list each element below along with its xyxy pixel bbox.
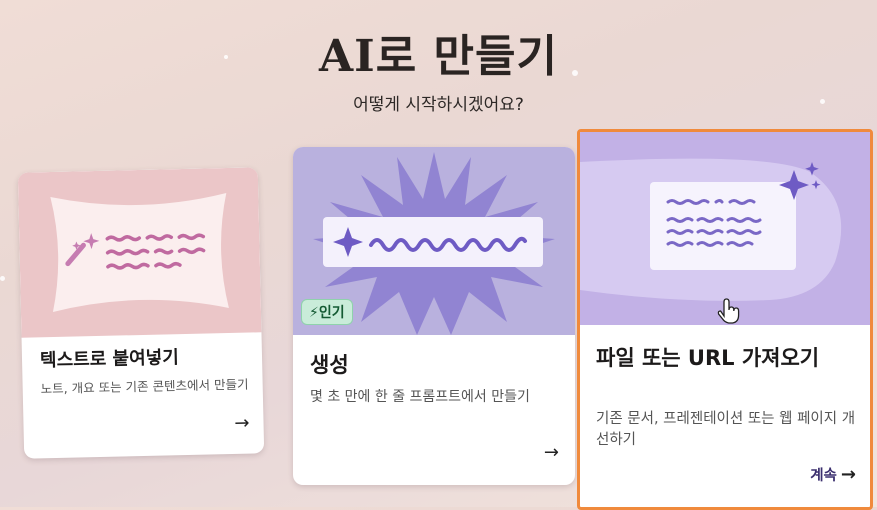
continue-label: 계속 <box>810 468 837 484</box>
import-heading: 파일 또는 URL 가져오기 <box>596 346 820 370</box>
lightning-icon: ⚡ <box>309 305 319 321</box>
page-subtitle: 어떻게 시작하시겠어요? <box>353 95 524 115</box>
generate-heading: 생성 <box>310 353 349 377</box>
generate-description: 몇 초 만에 한 줄 프롬프트에서 만들기 <box>310 389 530 405</box>
paste-text-description: 노트, 개요 또는 기존 콘텐츠에서 만들기 <box>40 376 249 397</box>
background-dot <box>0 276 5 281</box>
paste-text-illustration <box>17 167 262 338</box>
generate-card[interactable]: ⚡인기 생성 몇 초 만에 한 줄 프롬프트에서 만들기 → <box>293 147 575 485</box>
arrow-right-icon: → <box>840 464 856 485</box>
paste-text-heading: 텍스트로 붙여넣기 <box>39 347 180 372</box>
import-file-url-card[interactable]: 파일 또는 URL 가져오기 기존 문서, 프레젠테이션 또는 웹 페이지 개선… <box>577 129 873 510</box>
popular-badge: ⚡인기 <box>301 299 353 325</box>
page-title: AI로 만들기 <box>319 31 558 82</box>
continue-button[interactable]: 계속 → <box>810 464 856 485</box>
arrow-right-icon[interactable]: → <box>544 442 559 463</box>
import-illustration <box>580 132 870 325</box>
import-description: 기존 문서, 프레젠테이션 또는 웹 페이지 개선하기 <box>596 411 856 449</box>
popular-badge-label: 인기 <box>318 305 345 321</box>
hand-cursor-icon <box>717 298 740 324</box>
paste-text-card[interactable]: 텍스트로 붙여넣기 노트, 개요 또는 기존 콘텐츠에서 만들기 → <box>17 167 265 459</box>
arrow-right-icon[interactable]: → <box>234 413 250 434</box>
